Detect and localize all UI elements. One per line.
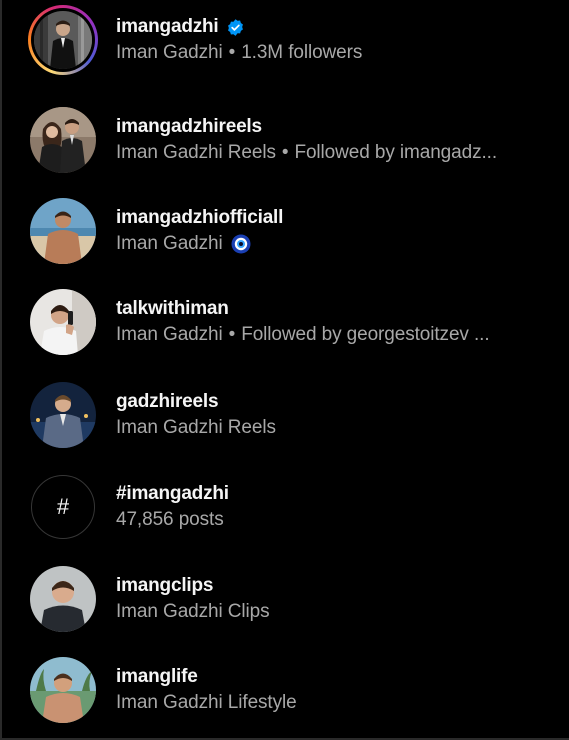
couple-photo (30, 107, 96, 173)
follower-count: 1.3M followers (241, 42, 363, 63)
hashtag-icon: # (31, 475, 95, 539)
man-beach-photo (30, 198, 96, 264)
search-result-imanglife[interactable]: imanglife Iman Gadzhi Lifestyle (28, 655, 558, 725)
man-tropical-photo (30, 657, 96, 723)
nazar-evil-eye-icon (231, 234, 251, 254)
verified-badge-icon (226, 18, 245, 37)
search-result-imangclips[interactable]: imangclips Iman Gadzhi Clips (28, 564, 558, 634)
username: imangadzhi (116, 16, 219, 37)
username: imangadzhireels (116, 116, 262, 137)
search-results-list: imangadzhi Iman Gadzhi • 1.3M followers (0, 0, 569, 740)
story-ring (28, 5, 98, 75)
search-result-hashtag-imangadzhi[interactable]: # #imangadzhi 47,856 posts (28, 472, 558, 542)
full-name: Iman Gadzhi Lifestyle (116, 692, 297, 713)
search-result-imangadzhireels[interactable]: imangadzhireels Iman Gadzhi Reels • Foll… (28, 105, 558, 175)
man-portrait-photo (30, 566, 96, 632)
full-name: Iman Gadzhi Reels (116, 142, 276, 163)
man-in-suit-photo (34, 11, 92, 69)
search-result-gadzhireels[interactable]: gadzhireels Iman Gadzhi Reels (28, 380, 558, 450)
username: imangclips (116, 575, 214, 596)
man-city-night-photo (30, 382, 96, 448)
search-result-imangadzhi[interactable]: imangadzhi Iman Gadzhi • 1.3M followers (28, 5, 558, 75)
username: imanglife (116, 666, 198, 687)
username: gadzhireels (116, 391, 219, 412)
full-name: Iman Gadzhi Reels (116, 417, 276, 438)
separator-dot: • (228, 324, 236, 345)
full-name: Iman Gadzhi (116, 233, 223, 254)
hashtag-name: #imangadzhi (116, 483, 229, 504)
full-name: Iman Gadzhi (116, 324, 223, 345)
separator-dot: • (228, 42, 236, 63)
followed-by: Followed by georgestoitzev ... (241, 324, 490, 345)
man-on-phone-photo (30, 289, 96, 355)
post-count: 47,856 posts (116, 509, 224, 530)
username: imangadzhiofficiall (116, 207, 284, 228)
followed-by: Followed by imangadz... (294, 142, 498, 163)
search-result-imangadzhiofficiall[interactable]: imangadzhiofficiall Iman Gadzhi (28, 196, 558, 266)
full-name: Iman Gadzhi Clips (116, 601, 270, 622)
separator-dot: • (281, 142, 289, 163)
avatar (28, 5, 98, 75)
username: talkwithiman (116, 298, 229, 319)
full-name: Iman Gadzhi (116, 42, 223, 63)
search-result-talkwithiman[interactable]: talkwithiman Iman Gadzhi • Followed by g… (28, 287, 558, 357)
